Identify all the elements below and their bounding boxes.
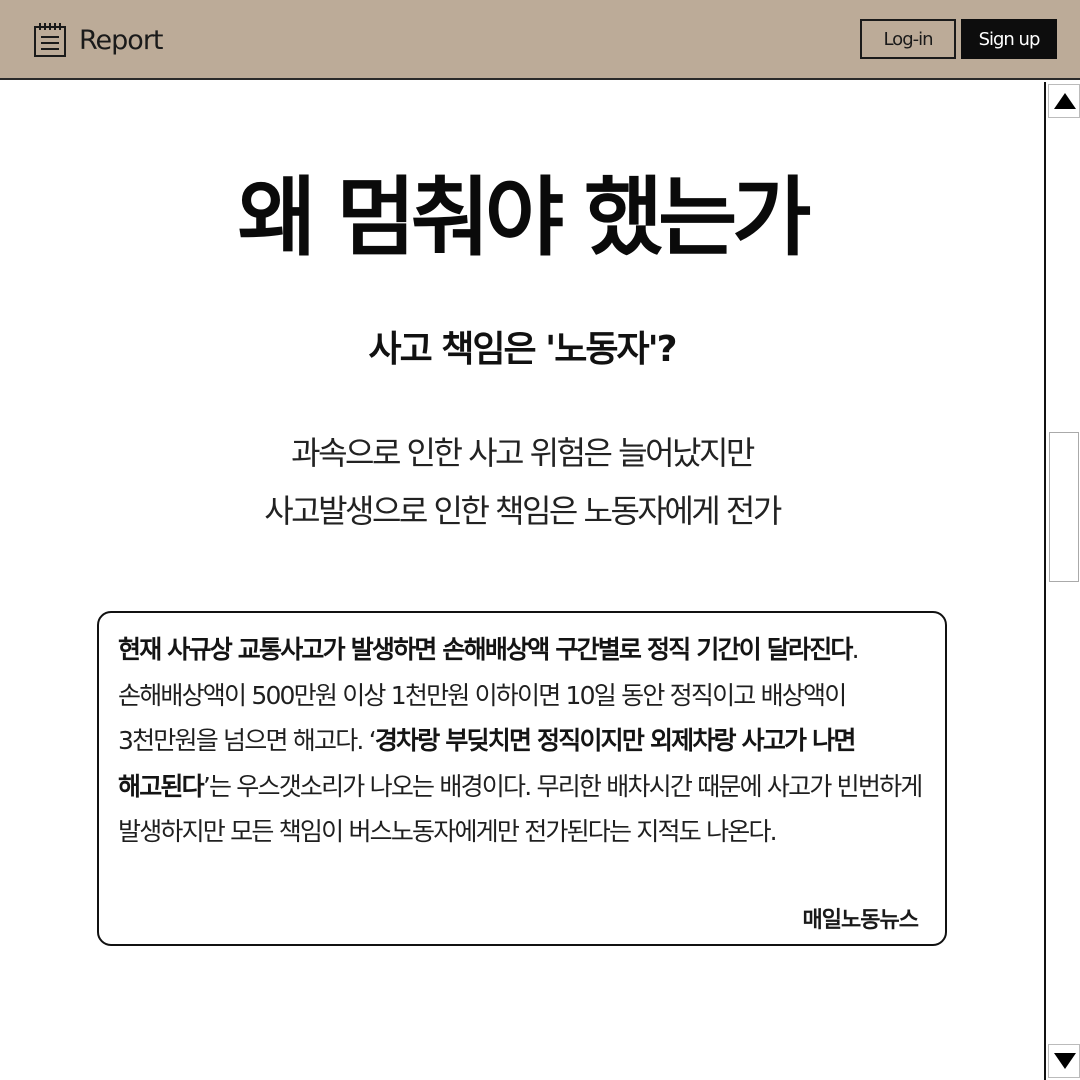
page-subtitle: 사고 책임은 '노동자'? [368, 329, 678, 370]
brand-name: Report [79, 24, 164, 56]
summary-text: 과속으로 인한 사고 위험은 늘어났지만 사고발생으로 인한 책임은 노동자에게… [0, 424, 1044, 540]
login-button[interactable]: Log-in [860, 19, 956, 59]
scrollbar-thumb[interactable] [1049, 432, 1079, 582]
scroll-up-button[interactable] [1048, 84, 1080, 118]
signup-button[interactable]: Sign up [961, 19, 1057, 59]
quote-box: 현재 사규상 교통사고가 발생하면 손해배상액 구간별로 정직 기간이 달라진다… [97, 611, 947, 946]
quote-bold-text: 현재 사규상 교통사고가 발생하면 손해배상액 구간별로 정직 기간이 달라진다 [118, 635, 853, 664]
arrow-down-icon [1054, 1053, 1076, 1069]
arrow-up-icon [1054, 93, 1076, 109]
summary-line: 과속으로 인한 사고 위험은 늘어났지만 [291, 434, 755, 472]
main-content: 왜 멈춰야 했는가 사고 책임은 '노동자'? 과속으로 인한 사고 위험은 늘… [0, 82, 1044, 1080]
scroll-down-button[interactable] [1048, 1044, 1080, 1078]
notepad-icon [34, 23, 66, 57]
top-header: Report Log-in Sign up [0, 0, 1080, 80]
quote-body: 현재 사규상 교통사고가 발생하면 손해배상액 구간별로 정직 기간이 달라진다… [118, 627, 925, 855]
quote-text: ’는 우스갯소리가 나오는 배경이다. 무리한 배차시간 때문에 사고가 빈번하… [118, 771, 923, 847]
brand-logo[interactable]: Report [33, 20, 164, 60]
page-title: 왜 멈춰야 했는가 [237, 168, 812, 268]
vertical-scrollbar[interactable] [1044, 82, 1080, 1080]
summary-line: 사고발생으로 인한 책임은 노동자에게 전가 [264, 492, 782, 530]
quote-source: 매일노동뉴스 [802, 908, 919, 933]
